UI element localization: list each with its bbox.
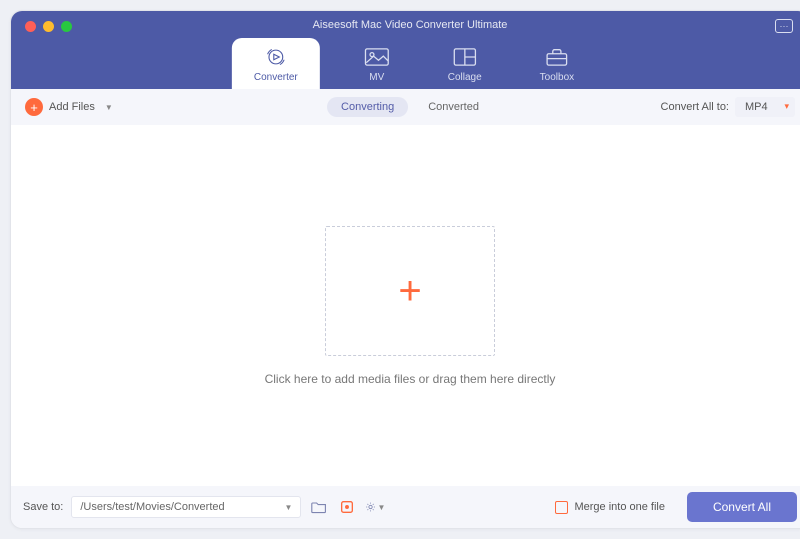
convert-all-to-label: Convert All to: — [661, 101, 729, 113]
save-to-label: Save to: — [23, 501, 63, 513]
footer: Save to: /Users/test/Movies/Converted ▼ … — [11, 486, 800, 528]
app-window: Aiseesoft Mac Video Converter Ultimate C… — [10, 10, 800, 529]
titlebar: Aiseesoft Mac Video Converter Ultimate C… — [11, 11, 800, 89]
output-format-select[interactable]: MP4 — [735, 97, 795, 117]
merge-checkbox[interactable]: Merge into one file — [555, 501, 665, 514]
settings-button[interactable]: ▼ — [365, 498, 385, 516]
tab-label: MV — [369, 72, 384, 83]
save-path-value: /Users/test/Movies/Converted — [80, 501, 224, 513]
chevron-down-icon: ▼ — [284, 503, 292, 512]
mv-icon — [364, 46, 390, 68]
convert-all-to: Convert All to: MP4 — [661, 97, 795, 117]
gpu-accel-button[interactable] — [337, 498, 357, 516]
segment-converted[interactable]: Converted — [414, 97, 493, 117]
main-tabs: Converter MV Collage Toolbox — [232, 38, 588, 89]
tab-label: Toolbox — [540, 72, 574, 83]
converter-icon — [263, 46, 289, 68]
app-title: Aiseesoft Mac Video Converter Ultimate — [11, 11, 800, 31]
add-media-dropzone[interactable]: + — [325, 226, 495, 356]
feedback-icon[interactable] — [775, 19, 793, 33]
add-files-label: Add Files — [49, 101, 95, 113]
chevron-down-icon: ▼ — [377, 503, 385, 512]
plus-icon: + — [25, 98, 43, 116]
tab-label: Converter — [254, 72, 298, 83]
tab-mv[interactable]: MV — [350, 38, 404, 89]
convert-all-button[interactable]: Convert All — [687, 492, 797, 522]
add-files-button[interactable]: + Add Files ▼ — [25, 98, 113, 116]
tab-label: Collage — [448, 72, 482, 83]
collage-icon — [452, 46, 478, 68]
merge-label: Merge into one file — [574, 501, 665, 513]
segment-converting[interactable]: Converting — [327, 97, 408, 117]
close-window-button[interactable] — [25, 21, 36, 32]
toolbar: + Add Files ▼ Converting Converted Conve… — [11, 89, 800, 125]
chevron-down-icon: ▼ — [105, 103, 113, 112]
tab-collage[interactable]: Collage — [434, 38, 496, 89]
toolbox-icon — [544, 46, 570, 68]
window-controls — [25, 21, 72, 32]
save-path-select[interactable]: /Users/test/Movies/Converted ▼ — [71, 496, 301, 518]
tab-toolbox[interactable]: Toolbox — [526, 38, 588, 89]
plus-icon: + — [398, 271, 421, 311]
content-area: + Click here to add media files or drag … — [11, 125, 800, 486]
checkbox-icon — [555, 501, 568, 514]
open-folder-button[interactable] — [309, 498, 329, 516]
format-value: MP4 — [745, 101, 768, 113]
minimize-window-button[interactable] — [43, 21, 54, 32]
dropzone-hint: Click here to add media files or drag th… — [265, 372, 556, 386]
status-segmented: Converting Converted — [327, 97, 493, 117]
tab-converter[interactable]: Converter — [232, 38, 320, 89]
maximize-window-button[interactable] — [61, 21, 72, 32]
